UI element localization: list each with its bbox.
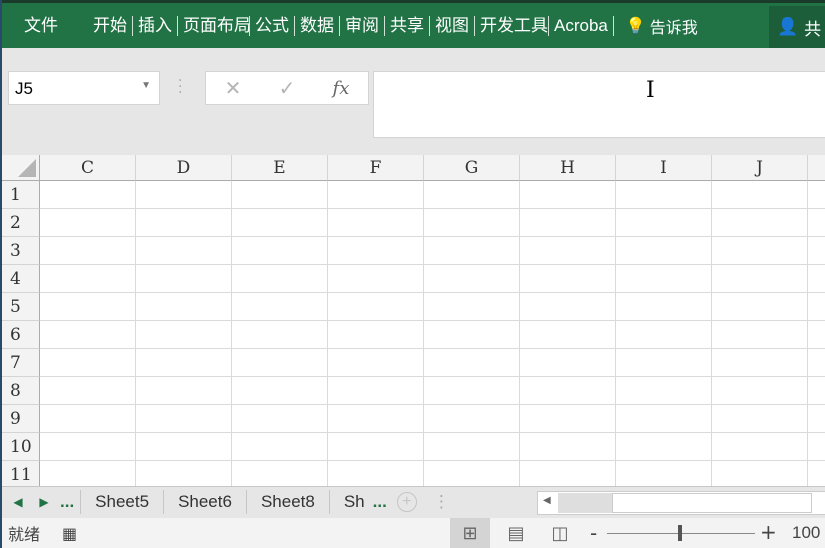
column-header-F[interactable]: F <box>328 155 424 181</box>
column-header-C[interactable]: C <box>40 155 136 181</box>
column-header-H[interactable]: H <box>520 155 616 181</box>
lightbulb-icon: 💡 <box>625 16 646 35</box>
column-header-next[interactable] <box>808 155 825 181</box>
normal-view-icon[interactable]: ⊞ <box>450 518 490 548</box>
column-header-D[interactable]: D <box>136 155 232 181</box>
tell-me[interactable]: 💡 告诉我 <box>614 14 698 38</box>
status-ready: 就绪 <box>8 525 41 544</box>
row-header-11[interactable]: 11 <box>2 461 40 486</box>
next-sheet-icon[interactable]: ▶ <box>34 495 54 509</box>
zoom-in-button[interactable]: + <box>760 520 777 544</box>
zoom-level[interactable]: 100 <box>792 523 820 543</box>
tab-page-layout[interactable]: 页面布局 <box>178 15 250 36</box>
sheet-tab-partial[interactable]: Sh <box>328 489 367 514</box>
row-header-5[interactable]: 5 <box>2 293 40 321</box>
sheet-tab-sheet5[interactable]: Sheet5 <box>80 489 163 514</box>
row-header-10[interactable]: 10 <box>2 433 40 461</box>
sheet-tab-sheet8[interactable]: Sheet8 <box>245 489 329 514</box>
more-sheets-right[interactable]: ... <box>367 492 393 512</box>
zoom-out-button[interactable]: - <box>590 521 597 545</box>
tab-acrobat[interactable]: Acroba <box>549 15 614 36</box>
row-header-7[interactable]: 7 <box>2 349 40 377</box>
sheet-tabs-bar: ◀ ▶ ... Sheet5 Sheet6 Sheet8 Sh ... + ⋮ … <box>2 486 825 516</box>
formula-buttons: ✕ ✓ fx <box>205 71 369 105</box>
page-layout-view-icon[interactable]: ▤ <box>496 518 536 548</box>
tab-insert[interactable]: 插入 <box>133 15 178 36</box>
prev-sheet-icon[interactable]: ◀ <box>2 495 34 509</box>
sheet-tab-sheet6[interactable]: Sheet6 <box>163 489 246 514</box>
tab-formulas[interactable]: 公式 <box>250 15 295 36</box>
tab-developer[interactable]: 开发工具 <box>475 15 549 36</box>
cancel-icon[interactable]: ✕ <box>225 76 242 100</box>
column-header-E[interactable]: E <box>232 155 328 181</box>
person-add-icon: 👤 <box>777 17 799 37</box>
row-header-8[interactable]: 8 <box>2 377 40 405</box>
worksheet-grid: CDEFGHIJ 1 2 3 4 5 6 7 8 9 10 11 <box>2 155 825 486</box>
tab-review[interactable]: 审阅 <box>340 15 385 36</box>
insert-function-icon[interactable]: fx <box>333 78 350 99</box>
share-button[interactable]: 👤 共 <box>769 6 825 48</box>
scroll-thumb[interactable] <box>612 493 812 513</box>
column-header-G[interactable]: G <box>424 155 520 181</box>
column-header-J[interactable]: J <box>712 155 808 181</box>
page-break-view-icon[interactable]: ◫ <box>540 518 580 548</box>
row-header-2[interactable]: 2 <box>2 209 40 237</box>
scroll-track <box>558 493 612 513</box>
row-header-4[interactable]: 4 <box>2 265 40 293</box>
drag-handle-icon[interactable]: · · · <box>178 74 182 100</box>
select-all-button[interactable] <box>2 155 40 181</box>
text-cursor-icon: I <box>646 78 655 103</box>
tab-data[interactable]: 数据 <box>295 15 340 36</box>
chevron-down-icon[interactable]: ▼ <box>141 80 151 91</box>
row-header-9[interactable]: 9 <box>2 405 40 433</box>
tab-home[interactable]: 开始 <box>88 15 133 36</box>
formula-bar[interactable]: I <box>373 71 825 138</box>
horizontal-scrollbar[interactable]: ◀ <box>537 491 825 515</box>
zoom-slider-thumb[interactable] <box>678 525 682 541</box>
tab-file[interactable]: 文件 <box>2 16 88 36</box>
more-sheets-left[interactable]: ... <box>54 492 80 512</box>
cells[interactable] <box>40 181 825 486</box>
column-header-I[interactable]: I <box>616 155 712 181</box>
splitter-icon[interactable]: ⋮ <box>433 492 450 512</box>
tab-share[interactable]: 共享 <box>385 15 430 36</box>
check-icon[interactable]: ✓ <box>279 76 296 100</box>
macro-record-icon[interactable]: ▦ <box>62 524 77 543</box>
tab-view[interactable]: 视图 <box>430 15 475 36</box>
name-box[interactable]: J5 ▼ <box>8 71 160 105</box>
row-header-3[interactable]: 3 <box>2 237 40 265</box>
scroll-left-icon[interactable]: ◀ <box>543 495 551 506</box>
status-bar: 就绪 ▦ ⊞ ▤ ◫ - + 100 <box>2 518 825 548</box>
row-header-6[interactable]: 6 <box>2 321 40 349</box>
row-header-1[interactable]: 1 <box>2 181 40 209</box>
ribbon: 文件 开始 插入 页面布局 公式 数据 审阅 共享 视图 开发工具 Acroba… <box>2 0 825 48</box>
add-sheet-icon[interactable]: + <box>396 491 417 512</box>
